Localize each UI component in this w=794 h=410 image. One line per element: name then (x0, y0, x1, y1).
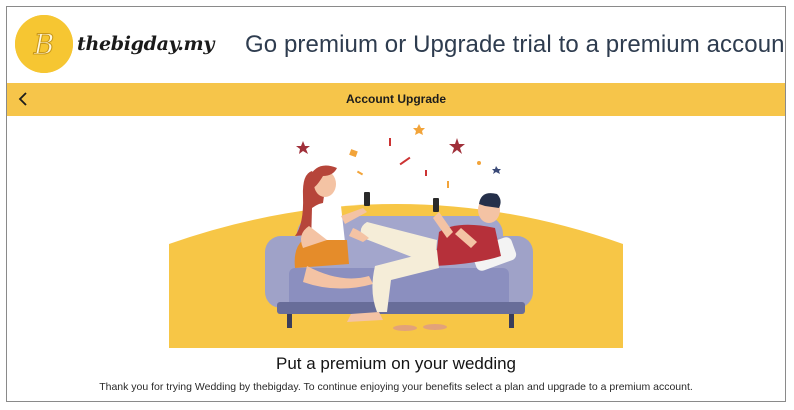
hero-description: Thank you for trying Wedding by thebigda… (99, 381, 693, 393)
toolbar-title: Account Upgrade (345, 92, 446, 106)
app-frame: B thebigday.my Go premium or Upgrade tri… (6, 6, 786, 402)
hero-title: Put a premium on your wedding (275, 354, 517, 373)
couple-on-sofa-illustration (169, 124, 623, 348)
svg-text:B: B (33, 28, 55, 61)
toolbar: Account Upgrade (7, 83, 785, 116)
brand-name: thebigday.my (77, 33, 215, 55)
header: B thebigday.my Go premium or Upgrade tri… (7, 7, 785, 83)
page-headline: Go premium or Upgrade trial to a premium… (245, 31, 786, 58)
b-logo-icon: B (15, 15, 73, 73)
